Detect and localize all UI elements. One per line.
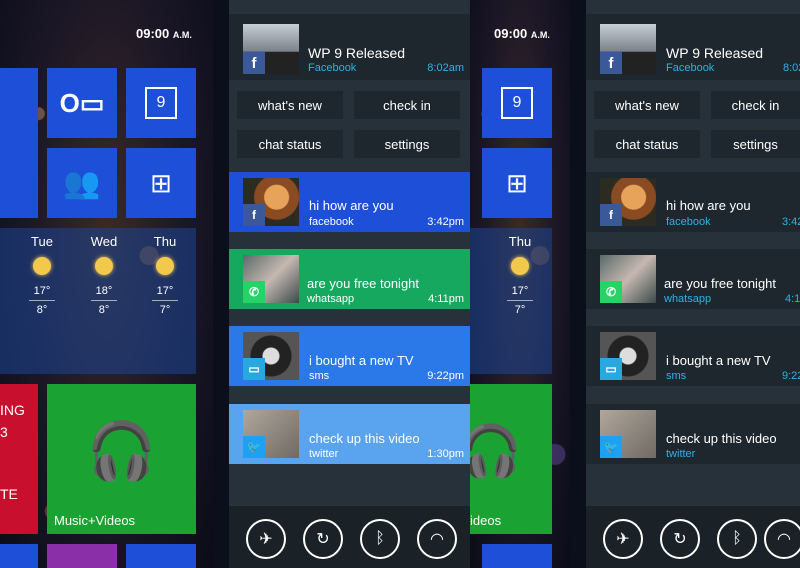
tile-partial[interactable] (482, 544, 552, 568)
rotate-icon[interactable]: ↻ (660, 519, 700, 559)
outlook-icon: O▭ (59, 87, 105, 118)
quick-settings-bar: ✈ ↻ ᛒ ◠ (586, 506, 800, 568)
weather-day: Wed 18° 8° (90, 234, 118, 316)
wifi-icon[interactable]: ◠ (417, 519, 457, 559)
quick-settings-bar: ✈ ↻ ᛒ ◠ (229, 506, 470, 568)
wifi-icon[interactable]: ◠ (764, 519, 800, 559)
top-notification[interactable]: f WP 9 Released Facebook 8:02am (229, 14, 470, 80)
people-tile[interactable]: 👥 (47, 148, 117, 218)
calendar-icon: 9 (145, 87, 177, 119)
settings-button[interactable]: settings (354, 130, 460, 158)
calendar-tile[interactable]: 9 (126, 68, 196, 138)
store-icon: ⊞ (150, 167, 172, 198)
sms-icon: ▭ (243, 358, 265, 380)
outlook-tile[interactable]: O▭ (47, 68, 117, 138)
facebook-icon: f (243, 204, 265, 226)
red-tile-partial[interactable]: ING 3 TE (0, 384, 38, 534)
notification-card[interactable]: ✆ are you free tonight whatsapp 4:1 (586, 249, 800, 309)
weather-day: Thu 17° 7° (507, 234, 533, 316)
facebook-icon: f (600, 204, 622, 226)
twitter-icon: 🐦 (600, 436, 622, 458)
weather-day: Thu 17° 7° (152, 234, 178, 316)
sms-icon: ▭ (600, 358, 622, 380)
music-videos-tile[interactable]: 🎧 ideos (470, 384, 552, 534)
notification-thumbnail: 🐦 (600, 410, 656, 458)
weather-tile[interactable]: Tue 17° 8° Wed 18° 8° Thu 17° 7° (0, 228, 196, 374)
airplane-icon[interactable]: ✈ (603, 519, 643, 559)
notification-source: Facebook (666, 62, 715, 74)
notification-thumbnail: ✆ (600, 255, 656, 303)
tile-partial[interactable] (0, 68, 38, 218)
notification-center: f WP 9 Released Facebook 8:02am what's n… (229, 0, 470, 568)
twitter-icon: 🐦 (243, 436, 265, 458)
facebook-icon: f (243, 52, 265, 74)
facebook-icon: f (600, 52, 622, 74)
headphones-icon: 🎧 (86, 419, 157, 482)
calendar-icon: 9 (501, 87, 533, 119)
chat-status-button[interactable]: chat status (237, 130, 343, 158)
notification-card[interactable]: 🐦 check up this video twitter 1:30pm (229, 404, 470, 464)
notification-card[interactable]: f hi how are you facebook 3:42 (586, 172, 800, 232)
start-screen-left: 09:00 A.M. O▭ 9 👥 ⊞ Tue 17° 8° Wed 18° 8° … (0, 0, 213, 568)
notification-title: WP 9 Released (666, 45, 764, 61)
clock: 09:00 A.M. (136, 26, 192, 41)
notification-center-right: f WP 9 Released Facebook 8:02am what's n… (586, 0, 800, 568)
check-in-button[interactable]: check in (354, 91, 460, 119)
notification-card[interactable]: ▭ i bought a new TV sms 9:22 (586, 326, 800, 386)
store-tile[interactable]: ⊞ (482, 148, 552, 218)
store-tile[interactable]: ⊞ (126, 148, 196, 218)
check-in-button[interactable]: check in (711, 91, 800, 119)
clock: 09:00 A.M. (494, 26, 550, 41)
people-icon: 👥 (63, 166, 101, 200)
top-notification[interactable]: f WP 9 Released Facebook 8:02am (586, 14, 800, 80)
sun-icon (511, 257, 529, 275)
tile-partial[interactable] (0, 544, 38, 568)
notification-time: 8:02am (427, 62, 464, 74)
airplane-icon[interactable]: ✈ (246, 519, 286, 559)
calendar-tile[interactable]: 9 (482, 68, 552, 138)
tile-partial[interactable] (47, 544, 117, 568)
tile-partial[interactable] (126, 544, 196, 568)
start-screen-right: 09:00 A.M. 9 ⊞ Thu 17° 7° 🎧 ideos (470, 0, 570, 568)
notification-time: 8:02am (783, 62, 800, 74)
partly-cloudy-icon (95, 257, 113, 275)
notification-card[interactable]: ✆ are you free tonight whatsapp 4:11pm (229, 249, 470, 309)
whats-new-button[interactable]: what's new (594, 91, 700, 119)
rotate-icon[interactable]: ↻ (303, 519, 343, 559)
notification-card[interactable]: f hi how are you facebook 3:42pm (229, 172, 470, 232)
notification-thumbnail: ✆ (243, 255, 299, 303)
whatsapp-icon: ✆ (243, 281, 265, 303)
store-icon: ⊞ (506, 167, 528, 198)
weather-day: Tue 17° 8° (22, 234, 62, 316)
notification-thumbnail: f (600, 24, 656, 74)
bluetooth-icon[interactable]: ᛒ (360, 519, 400, 559)
notification-thumbnail: f (600, 178, 656, 226)
whatsapp-icon: ✆ (600, 281, 622, 303)
bluetooth-icon[interactable]: ᛒ (717, 519, 757, 559)
notification-source: Facebook (308, 62, 357, 74)
notification-thumbnail: ▭ (243, 332, 299, 380)
headphones-icon: 🎧 (470, 422, 523, 479)
notification-thumbnail: ▭ (600, 332, 656, 380)
notification-card[interactable]: 🐦 check up this video twitter (586, 404, 800, 464)
weather-tile[interactable]: Thu 17° 7° (470, 228, 552, 374)
sun-icon (33, 257, 51, 275)
music-videos-tile[interactable]: 🎧 Music+Videos (47, 384, 196, 534)
settings-button[interactable]: settings (711, 130, 800, 158)
notification-thumbnail: f (243, 24, 299, 74)
notification-thumbnail: f (243, 178, 299, 226)
notification-title: WP 9 Released (308, 45, 406, 61)
notification-thumbnail: 🐦 (243, 410, 299, 458)
sun-icon (156, 257, 174, 275)
chat-status-button[interactable]: chat status (594, 130, 700, 158)
notification-card[interactable]: ▭ i bought a new TV sms 9:22pm (229, 326, 470, 386)
whats-new-button[interactable]: what's new (237, 91, 343, 119)
